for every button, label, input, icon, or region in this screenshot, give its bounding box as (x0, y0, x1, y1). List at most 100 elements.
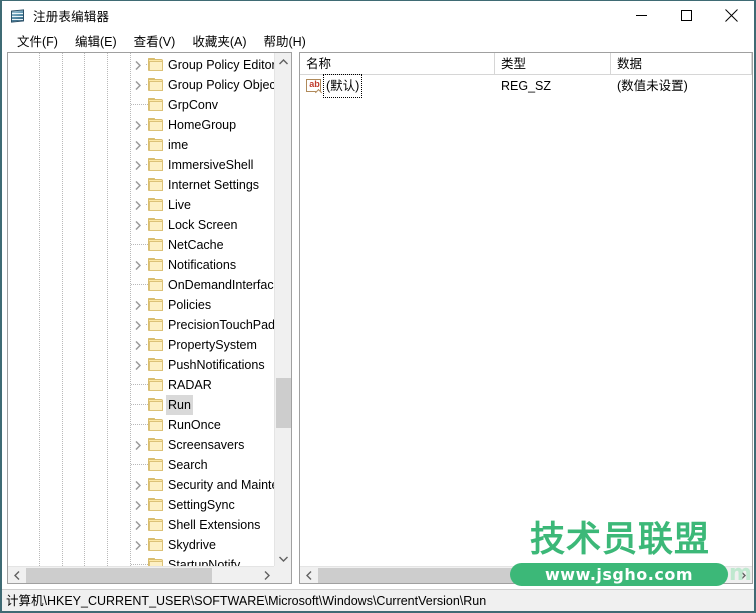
table-row[interactable]: ab (默认) REG_SZ (数值未设置) (300, 74, 752, 98)
tree-horizontal-scrollbar[interactable] (8, 566, 276, 583)
tree-item-label[interactable]: RADAR (166, 375, 214, 395)
tree-item-label[interactable]: HomeGroup (166, 115, 238, 135)
menu-file[interactable]: 文件(F) (9, 29, 67, 52)
menu-edit[interactable]: 编辑(E) (67, 29, 126, 52)
menu-view[interactable]: 查看(V) (126, 29, 185, 52)
tree-item-live[interactable]: Live (8, 195, 276, 215)
tree-item-propertysystem[interactable]: PropertySystem (8, 335, 276, 355)
tree-item-ime[interactable]: ime (8, 135, 276, 155)
tree-item-label[interactable]: Internet Settings (166, 175, 261, 195)
tree-item-label[interactable]: NetCache (166, 235, 226, 255)
tree-item-label[interactable]: Skydrive (166, 535, 218, 555)
chevron-right-icon[interactable] (130, 495, 146, 515)
menu-help[interactable]: 帮助(H) (255, 29, 314, 52)
tree-item-ondemandinterface[interactable]: OnDemandInterface (8, 275, 276, 295)
tree-item-runonce[interactable]: RunOnce (8, 415, 276, 435)
tree-item-netcache[interactable]: NetCache (8, 235, 276, 255)
scroll-right-arrow-icon[interactable] (734, 567, 751, 583)
folder-icon (148, 418, 164, 432)
chevron-right-icon[interactable] (130, 155, 146, 175)
tree-item-label[interactable]: ime (166, 135, 190, 155)
value-data-cell[interactable]: (数值未设置) (617, 75, 688, 97)
chevron-right-icon[interactable] (130, 195, 146, 215)
tree-item-label[interactable]: Notifications (166, 255, 238, 275)
chevron-right-icon[interactable] (130, 515, 146, 535)
chevron-right-icon[interactable] (130, 435, 146, 455)
maximize-button[interactable] (664, 1, 709, 30)
tree-item-grpconv[interactable]: GrpConv (8, 95, 276, 115)
chevron-right-icon[interactable] (130, 135, 146, 155)
column-header-data[interactable]: 数据 (611, 53, 752, 75)
tree-item-label[interactable]: Policies (166, 295, 213, 315)
tree-item-internet-settings[interactable]: Internet Settings (8, 175, 276, 195)
tree-item-radar[interactable]: RADAR (8, 375, 276, 395)
tree-item-label[interactable]: Run (166, 395, 193, 415)
tree-scroll-thumb[interactable] (276, 378, 291, 428)
tree-item-lock-screen[interactable]: Lock Screen (8, 215, 276, 235)
tree-item-group-policy-editor[interactable]: Group Policy Editor (8, 55, 276, 75)
scroll-up-arrow-icon[interactable] (275, 53, 291, 70)
tree-item-security-and-mainte[interactable]: Security and Mainte (8, 475, 276, 495)
tree-item-label[interactable]: Security and Mainte (166, 475, 276, 495)
tree-item-run[interactable]: Run (8, 395, 276, 415)
chevron-right-icon[interactable] (130, 255, 146, 275)
tree-item-label[interactable]: RunOnce (166, 415, 223, 435)
chevron-right-icon[interactable] (130, 315, 146, 335)
tree-vertical-scrollbar[interactable] (274, 53, 291, 567)
chevron-right-icon[interactable] (130, 115, 146, 135)
tree-item-label[interactable]: Group Policy Editor (166, 55, 276, 75)
tree-item-shell-extensions[interactable]: Shell Extensions (8, 515, 276, 535)
tree-item-label[interactable]: PushNotifications (166, 355, 267, 375)
chevron-right-icon[interactable] (130, 535, 146, 555)
list-hscroll-thumb[interactable] (318, 568, 522, 583)
tree-item-policies[interactable]: Policies (8, 295, 276, 315)
chevron-right-icon[interactable] (130, 475, 146, 495)
tree-item-skydrive[interactable]: Skydrive (8, 535, 276, 555)
tree-item-pushnotifications[interactable]: PushNotifications (8, 355, 276, 375)
menu-favorites[interactable]: 收藏夹(A) (184, 29, 255, 52)
tree-item-label[interactable]: SettingSync (166, 495, 237, 515)
tree-item-label[interactable]: Screensavers (166, 435, 246, 455)
tree-item-label[interactable]: Group Policy Objec (166, 75, 276, 95)
tree-item-notifications[interactable]: Notifications (8, 255, 276, 275)
chevron-right-icon[interactable] (130, 75, 146, 95)
tree-item-label[interactable]: Shell Extensions (166, 515, 262, 535)
scroll-right-arrow-icon[interactable] (258, 567, 275, 583)
close-button[interactable] (709, 1, 754, 30)
list-horizontal-scrollbar[interactable] (300, 566, 752, 583)
value-type-cell[interactable]: REG_SZ (501, 75, 551, 97)
tree-viewport[interactable]: Group Policy Editor Group Policy Objec Grp… (8, 53, 276, 567)
scroll-left-arrow-icon[interactable] (8, 567, 25, 583)
scroll-left-arrow-icon[interactable] (300, 567, 317, 583)
minimize-button[interactable] (619, 1, 664, 30)
column-header-type[interactable]: 类型 (495, 53, 611, 75)
tree-item-label[interactable]: PropertySystem (166, 335, 259, 355)
tree-item-label[interactable]: PrecisionTouchPad (166, 315, 276, 335)
tree-item-settingsync[interactable]: SettingSync (8, 495, 276, 515)
tree-hscroll-thumb[interactable] (26, 568, 212, 583)
tree-item-label[interactable]: Lock Screen (166, 215, 239, 235)
tree-item-label[interactable]: Search (166, 455, 210, 475)
registry-values-panel[interactable]: 名称 类型 数据 ab (默认) REG_SZ (数值未设置) (299, 52, 753, 584)
tree-item-precisiontouchpad[interactable]: PrecisionTouchPad (8, 315, 276, 335)
chevron-right-icon[interactable] (130, 355, 146, 375)
registry-tree-panel[interactable]: Group Policy Editor Group Policy Objec Grp… (7, 52, 292, 584)
chevron-right-icon[interactable] (130, 175, 146, 195)
chevron-right-icon[interactable] (130, 295, 146, 315)
tree-item-homegroup[interactable]: HomeGroup (8, 115, 276, 135)
tree-item-search[interactable]: Search (8, 455, 276, 475)
tree-item-label[interactable]: GrpConv (166, 95, 220, 115)
tree-item-label[interactable]: Live (166, 195, 193, 215)
tree-item-label[interactable]: ImmersiveShell (166, 155, 255, 175)
column-header-name[interactable]: 名称 (300, 53, 495, 75)
chevron-right-icon[interactable] (130, 335, 146, 355)
tree-item-immersiveshell[interactable]: ImmersiveShell (8, 155, 276, 175)
tree-item-group-policy-objec[interactable]: Group Policy Objec (8, 75, 276, 95)
value-name-cell[interactable]: (默认) (322, 74, 363, 98)
tree-item-label[interactable]: OnDemandInterface (166, 275, 276, 295)
scroll-down-arrow-icon[interactable] (275, 550, 291, 567)
chevron-right-icon[interactable] (130, 55, 146, 75)
string-value-icon: ab (306, 79, 323, 97)
chevron-right-icon[interactable] (130, 215, 146, 235)
tree-item-screensavers[interactable]: Screensavers (8, 435, 276, 455)
